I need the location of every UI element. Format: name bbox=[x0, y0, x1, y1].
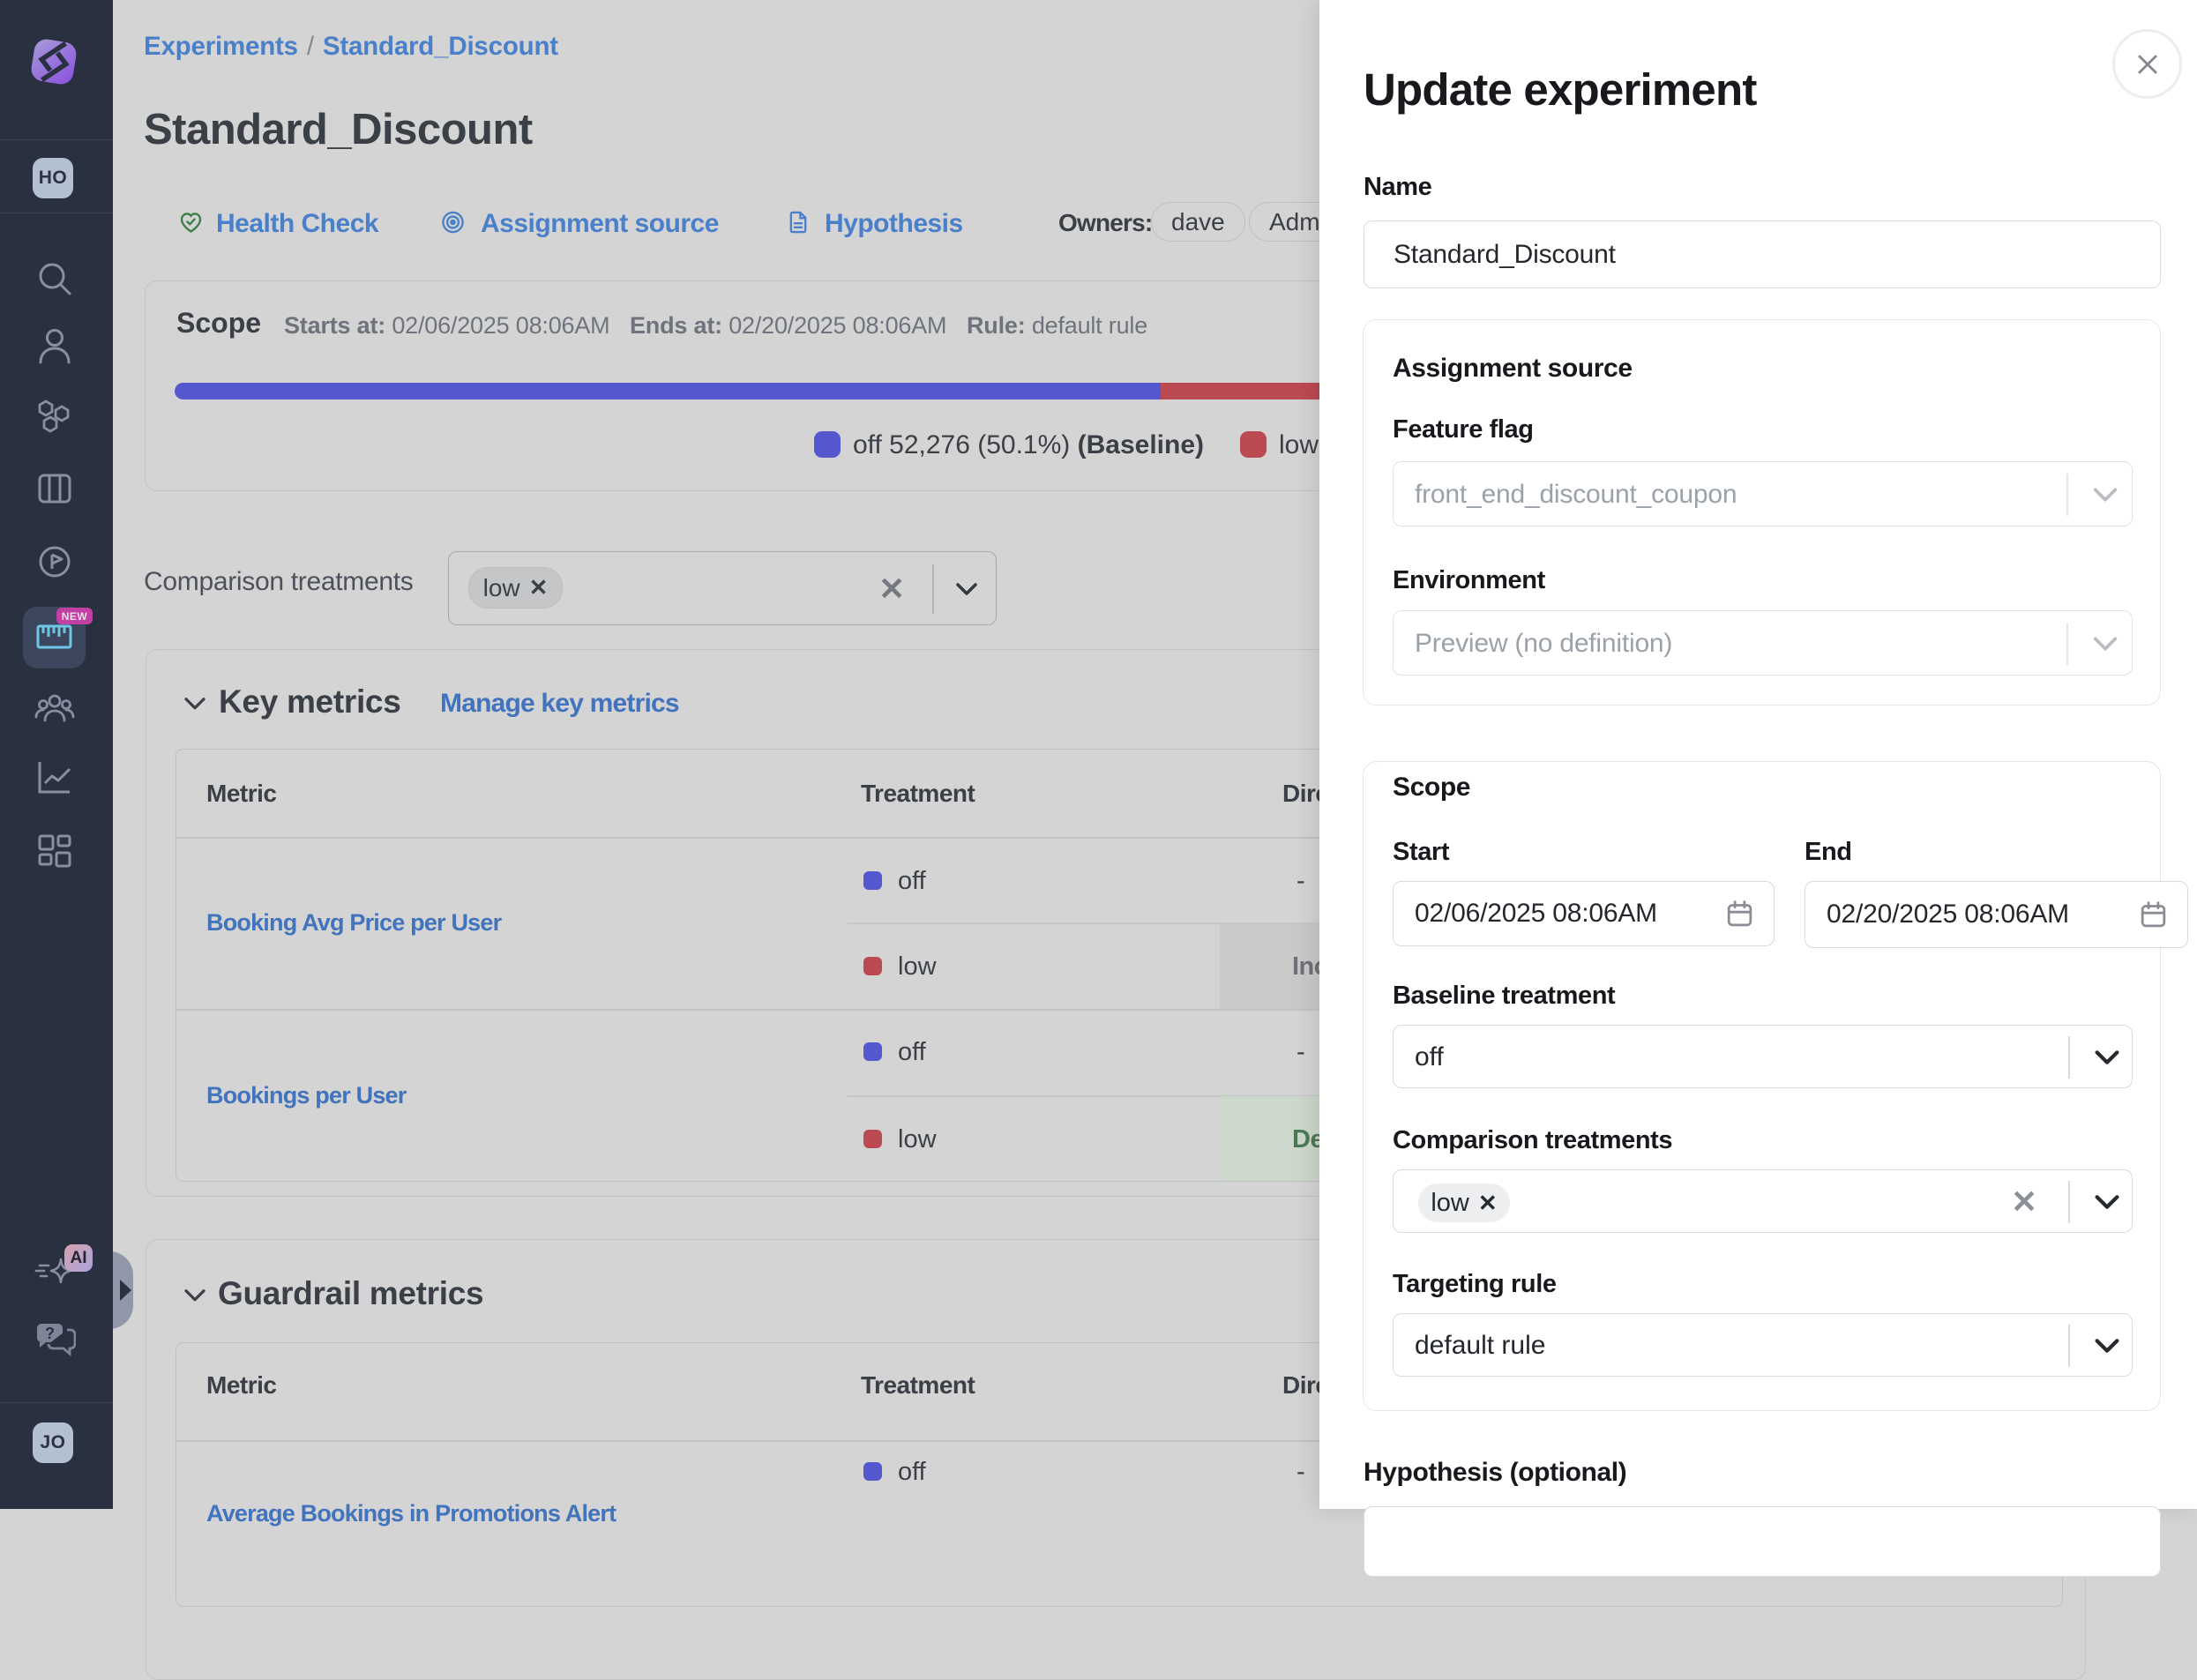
svg-text:?: ? bbox=[45, 1325, 55, 1342]
